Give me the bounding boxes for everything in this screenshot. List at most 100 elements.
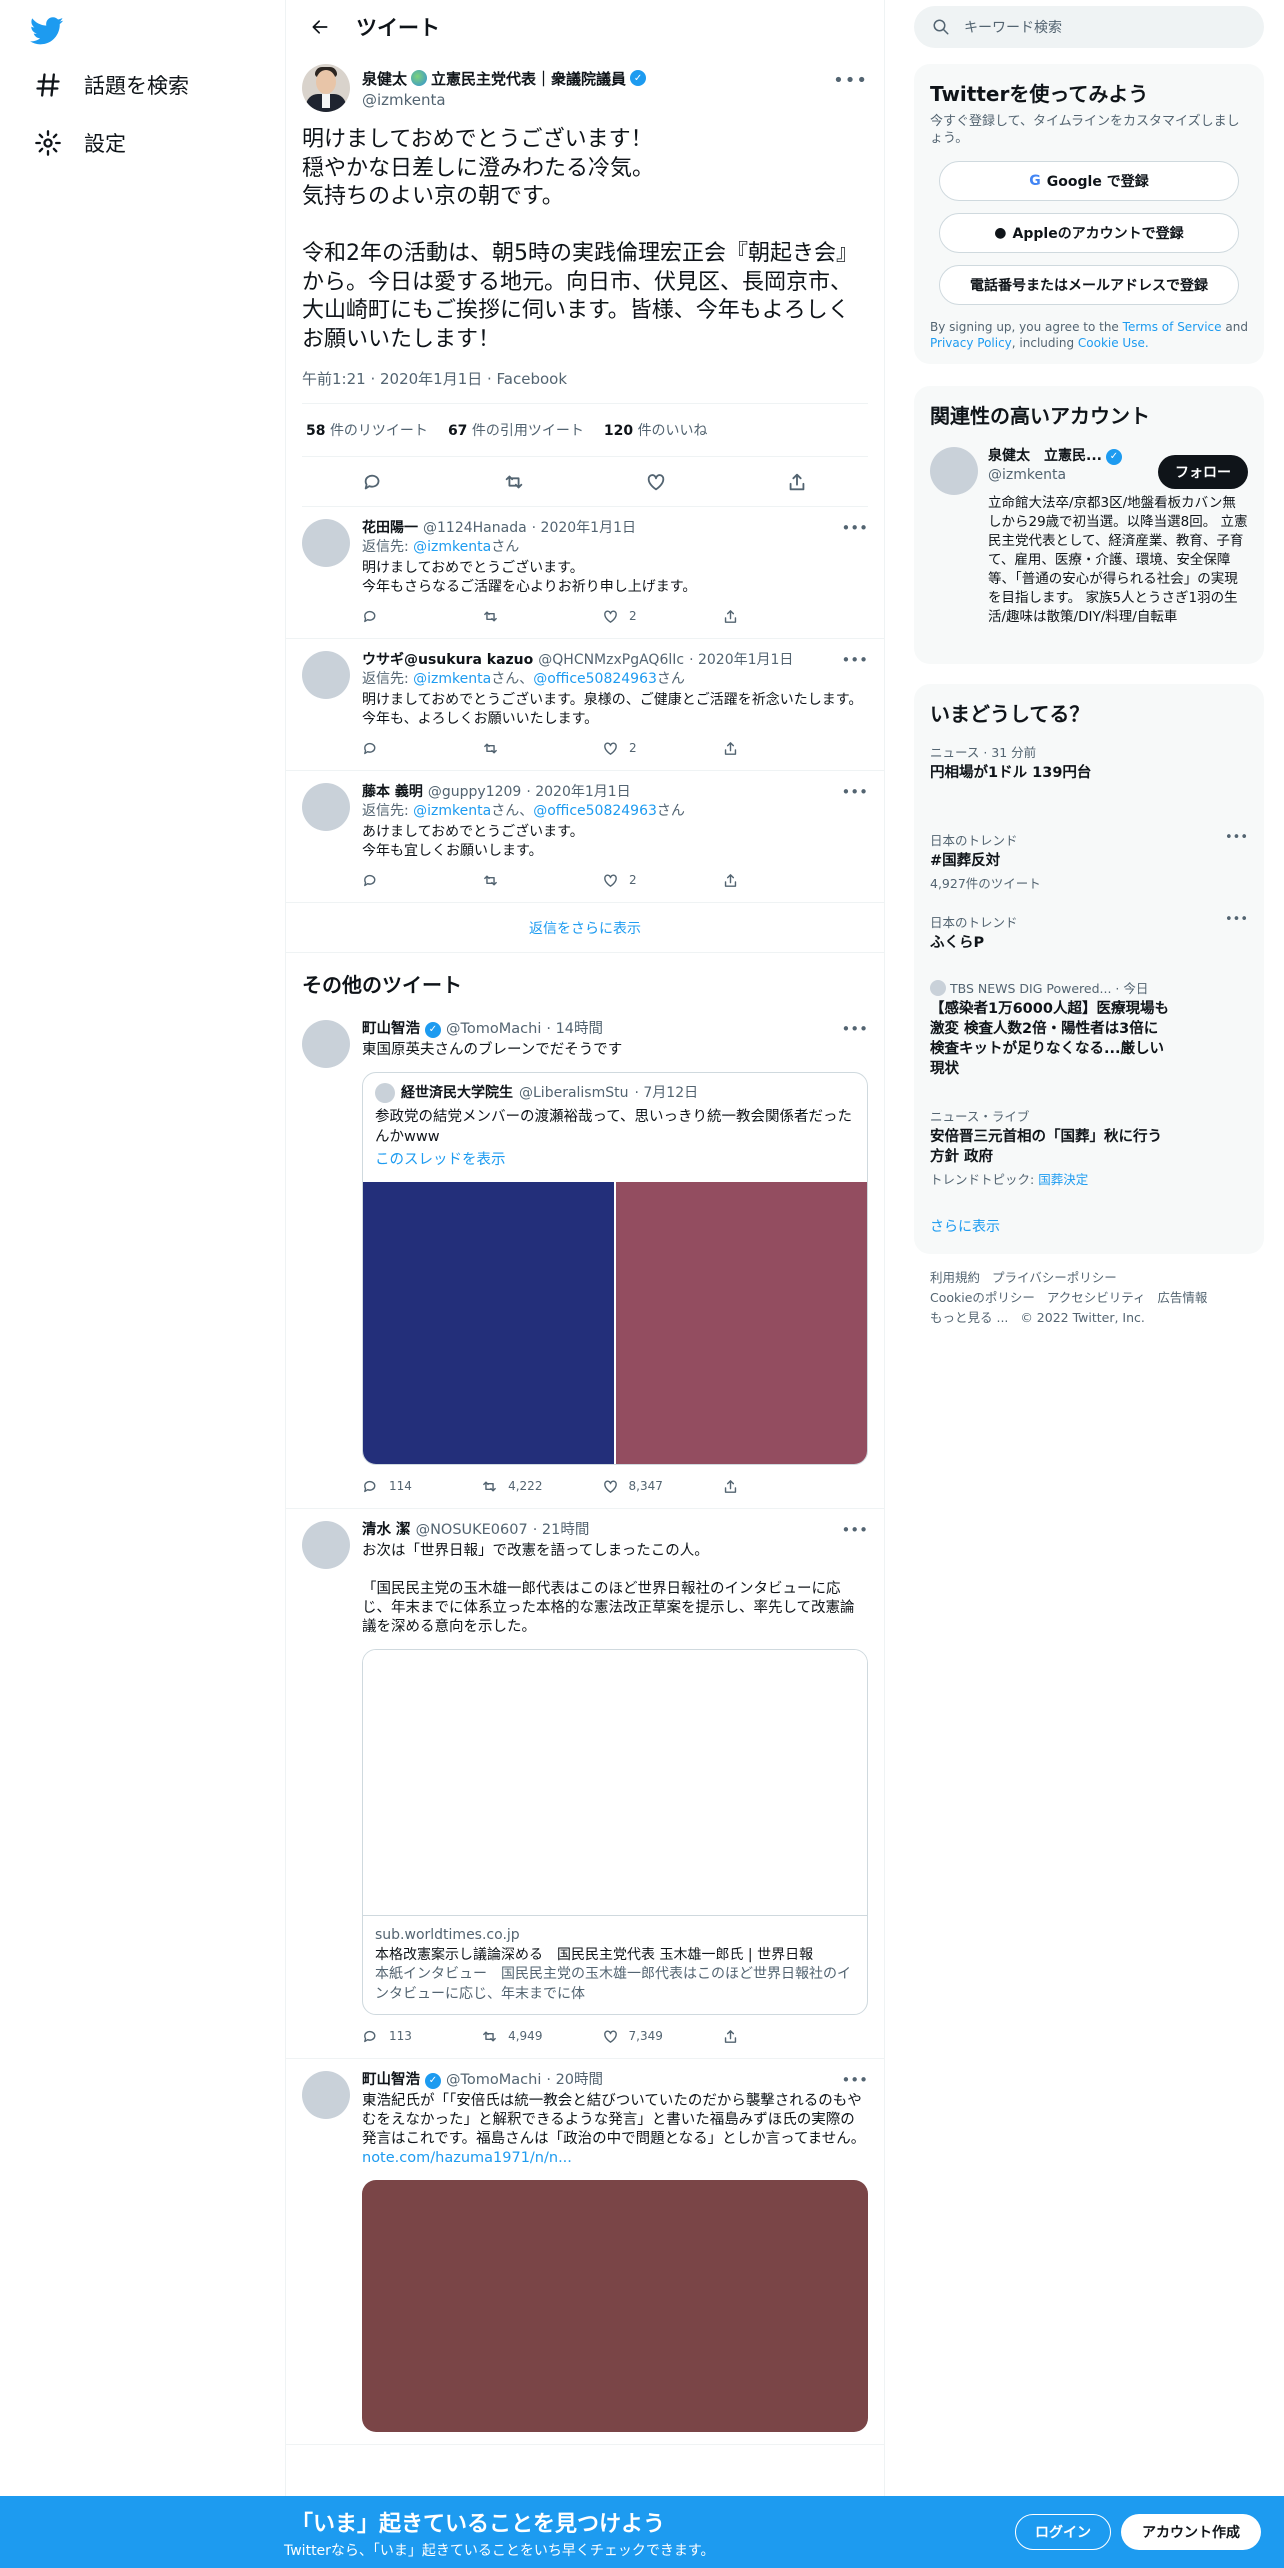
- trend-item[interactable]: ニュース・ライブ 安倍晋三元首相の「国葬」秋に行う方針 政府 トレンドトピック:…: [930, 1106, 1248, 1188]
- reply-date[interactable]: · 2020年1月1日: [526, 783, 630, 802]
- quote-count-link[interactable]: 67 件の引用ツイート: [448, 420, 584, 440]
- quote-image[interactable]: [363, 1182, 614, 1464]
- like-icon[interactable]: [645, 471, 667, 493]
- share-button[interactable]: [722, 607, 782, 626]
- avatar[interactable]: [302, 2071, 350, 2119]
- reply-to-handle[interactable]: @izmkenta: [413, 803, 491, 819]
- follow-button[interactable]: フォロー: [1158, 455, 1248, 489]
- retweet-count-link[interactable]: 58 件のリツイート: [306, 420, 428, 440]
- more-options-icon[interactable]: •••: [841, 783, 868, 801]
- author-handle[interactable]: @TomoMachi: [446, 1020, 541, 1039]
- more-options-icon[interactable]: •••: [841, 519, 868, 537]
- share-button[interactable]: [722, 1477, 782, 1496]
- search-box[interactable]: キーワード検索: [914, 6, 1264, 48]
- trend-topic-link[interactable]: 国葬決定: [1038, 1172, 1088, 1187]
- like-button[interactable]: 2: [602, 739, 662, 758]
- footer-link[interactable]: Cookieのポリシー: [930, 1290, 1035, 1305]
- footer-link[interactable]: アクセシビリティ: [1047, 1290, 1146, 1305]
- back-button[interactable]: [300, 7, 340, 47]
- twitter-logo-icon[interactable]: [30, 14, 64, 48]
- more-options-icon[interactable]: •••: [841, 1020, 868, 1038]
- reply-to-handle[interactable]: @izmkenta: [413, 671, 491, 687]
- reply-button[interactable]: 114: [362, 1477, 422, 1496]
- retweet-button[interactable]: [482, 607, 542, 626]
- author-name[interactable]: ウサギ@usukura kazuo: [362, 651, 533, 670]
- reply-button[interactable]: 113: [362, 2027, 422, 2046]
- retweet-button[interactable]: [482, 871, 542, 890]
- author-handle[interactable]: @guppy1209: [428, 783, 521, 802]
- reply-to-handle[interactable]: @office50824963: [533, 803, 657, 819]
- other-tweet[interactable]: 町山智浩 ✓ @TomoMachi · 20時間 東浩紀氏が「「安倍氏は統一教会と結び…: [286, 2059, 884, 2445]
- cookie-link[interactable]: Cookie Use.: [1078, 336, 1149, 350]
- author-name[interactable]: 町山智浩: [362, 2071, 420, 2090]
- author-name[interactable]: 清水 潔: [362, 1521, 411, 1540]
- like-button[interactable]: 2: [602, 871, 662, 890]
- author-handle[interactable]: @izmkenta: [362, 91, 646, 109]
- share-icon[interactable]: [786, 471, 808, 493]
- quote-image[interactable]: [616, 1182, 867, 1464]
- link-card[interactable]: sub.worldtimes.co.jp 本格改憲案示し議論深める 国民民主党代…: [362, 1649, 868, 2015]
- nav-explore[interactable]: 話題を検索: [34, 70, 189, 100]
- like-button[interactable]: 8,347: [602, 1477, 663, 1496]
- avatar[interactable]: [302, 64, 350, 112]
- avatar[interactable]: [302, 519, 350, 567]
- signup-button[interactable]: アカウント作成: [1121, 2514, 1261, 2550]
- more-options-icon[interactable]: •••: [841, 2071, 868, 2089]
- more-options-icon[interactable]: •••: [1225, 830, 1248, 845]
- more-options-icon[interactable]: •••: [841, 651, 868, 669]
- other-tweet[interactable]: 清水 潔 @NOSUKE0607 · 21時間 お次は「世界日報」で改憲を語ってしま…: [286, 1509, 884, 2059]
- apple-signup-button[interactable]: ● Appleのアカウントで登録: [939, 213, 1239, 253]
- author-handle[interactable]: @TomoMachi: [446, 2071, 541, 2090]
- reply-tweet[interactable]: ウサギ@usukura kazuo @QHCNMzxPgAQ6lIc · 2020年…: [286, 639, 884, 771]
- avatar[interactable]: [302, 651, 350, 699]
- reply-to-handle[interactable]: @izmkenta: [413, 539, 491, 555]
- avatar[interactable]: [302, 783, 350, 831]
- reply-button[interactable]: [362, 739, 422, 758]
- retweet-button[interactable]: 4,949: [481, 2027, 542, 2046]
- tweet-timestamp[interactable]: 午前1:21 · 2020年1月1日 · Facebook: [302, 368, 868, 404]
- tweet-link[interactable]: note.com/hazuma1971/n/n...: [362, 2150, 572, 2166]
- tweet-time[interactable]: · 21時間: [533, 1521, 590, 1540]
- login-button[interactable]: ログイン: [1015, 2514, 1111, 2550]
- author-name[interactable]: 藤本 義明: [362, 783, 423, 802]
- author-name[interactable]: 町山智浩: [362, 1020, 420, 1039]
- nav-settings[interactable]: 設定: [34, 128, 126, 158]
- avatar[interactable]: [930, 447, 978, 495]
- tweet-time[interactable]: · 14時間: [546, 1020, 603, 1039]
- quoted-tweet[interactable]: 経世済民大学院生 @LiberalismStu · 7月12日 参政党の結党メンバー…: [362, 1072, 868, 1465]
- reply-button[interactable]: [362, 871, 422, 890]
- show-thread-link[interactable]: このスレッドを表示: [363, 1147, 867, 1182]
- reply-button[interactable]: [362, 607, 422, 626]
- reply-icon[interactable]: [362, 471, 384, 493]
- search-input[interactable]: キーワード検索: [964, 17, 1062, 37]
- google-signup-button[interactable]: G Google で登録: [939, 161, 1239, 201]
- like-button[interactable]: 7,349: [602, 2027, 663, 2046]
- reply-to-handle[interactable]: @office50824963: [533, 671, 657, 687]
- like-count-link[interactable]: 120 件のいいね: [604, 420, 708, 440]
- author-name[interactable]: 花田陽一: [362, 519, 418, 538]
- share-button[interactable]: [722, 871, 782, 890]
- more-options-icon[interactable]: •••: [833, 70, 868, 91]
- tweet-time[interactable]: · 20時間: [546, 2071, 603, 2090]
- footer-link[interactable]: もっと見る ...: [930, 1310, 1008, 1325]
- avatar[interactable]: [302, 1521, 350, 1569]
- retweet-button[interactable]: 4,222: [481, 1477, 542, 1496]
- trend-item[interactable]: ニュース · 31 分前 円相場が1ドル 139円台: [930, 742, 1248, 783]
- share-button[interactable]: [722, 2027, 782, 2046]
- trend-item[interactable]: TBS NEWS DIG Powered... · 今日 【感染者1万6000人…: [930, 978, 1248, 1079]
- more-options-icon[interactable]: •••: [1225, 912, 1248, 927]
- footer-link[interactable]: 利用規約: [930, 1270, 980, 1285]
- like-button[interactable]: 2: [602, 607, 662, 626]
- share-button[interactable]: [722, 739, 782, 758]
- privacy-link[interactable]: Privacy Policy: [930, 336, 1012, 350]
- show-more-trends-link[interactable]: さらに表示: [930, 1216, 1248, 1236]
- other-tweet[interactable]: 町山智浩 ✓ @TomoMachi · 14時間 東国原英夫さんのブレーンでだそうです…: [286, 1008, 884, 1509]
- footer-link[interactable]: プライバシーポリシー: [992, 1270, 1117, 1285]
- trend-item[interactable]: 日本のトレンド #国葬反対 4,927件のツイート •••: [930, 830, 1248, 892]
- terms-link[interactable]: Terms of Service: [1123, 320, 1222, 334]
- show-more-replies-link[interactable]: 返信をさらに表示: [286, 903, 884, 953]
- retweet-icon[interactable]: [503, 471, 525, 493]
- author-handle[interactable]: @QHCNMzxPgAQ6lIc: [538, 651, 684, 670]
- author-handle[interactable]: @NOSUKE0607: [416, 1521, 528, 1540]
- phone-email-signup-button[interactable]: 電話番号またはメールアドレスで登録: [939, 265, 1239, 305]
